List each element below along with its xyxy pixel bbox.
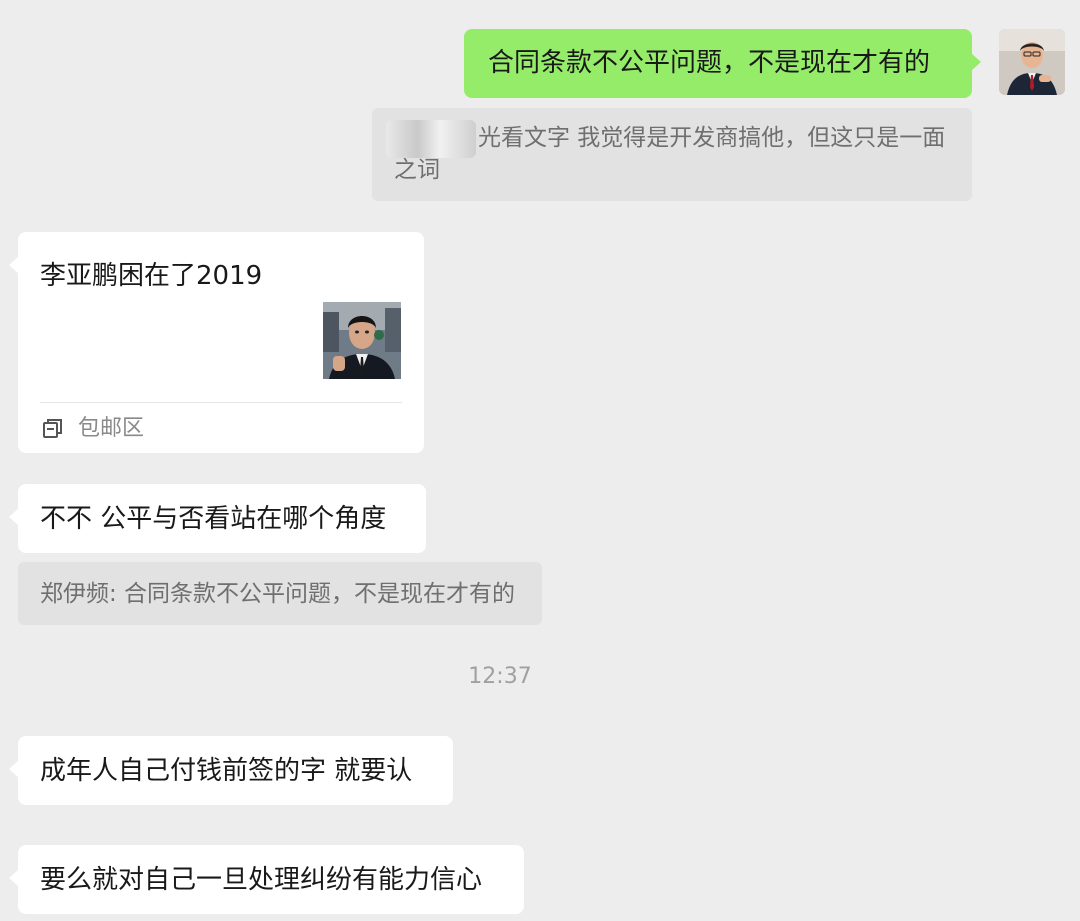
received-message-bubble[interactable]: 成年人自己付钱前签的字 就要认 bbox=[9, 736, 453, 805]
user-avatar[interactable] bbox=[999, 29, 1065, 95]
article-card[interactable]: 李亚鹏困在了2019 包邮区 bbox=[9, 232, 424, 453]
quoted-message-text: 郑伊频: 合同条款不公平问题，不是现在才有的 bbox=[40, 581, 516, 607]
sent-message-bubble[interactable]: 合同条款不公平问题，不是现在才有的 bbox=[464, 29, 981, 98]
quoted-message[interactable]: 郑伊频: 合同条款不公平问题，不是现在才有的 bbox=[18, 562, 542, 625]
sent-message-text: 合同条款不公平问题，不是现在才有的 bbox=[488, 48, 931, 78]
received-message-text: 不不 公平与否看站在哪个角度 bbox=[40, 504, 387, 534]
quoted-message[interactable]: 光看文字 我觉得是开发商搞他，但这只是一面之词 bbox=[372, 108, 972, 201]
article-title: 李亚鹏困在了2019 bbox=[40, 261, 263, 291]
avatar-image bbox=[999, 29, 1065, 95]
received-message-text: 成年人自己付钱前签的字 就要认 bbox=[40, 756, 413, 786]
quoted-message-text: 光看文字 我觉得是开发商搞他，但这只是一面之词 bbox=[394, 125, 946, 183]
quoted-sender-blurred bbox=[386, 120, 476, 158]
article-thumbnail bbox=[323, 302, 401, 379]
mini-program-icon bbox=[42, 418, 64, 440]
received-message-bubble[interactable]: 要么就对自己一旦处理纠纷有能力信心 bbox=[9, 845, 524, 914]
article-source: 包邮区 bbox=[78, 416, 145, 441]
card-divider bbox=[40, 402, 402, 403]
received-message-text: 要么就对自己一旦处理纠纷有能力信心 bbox=[40, 865, 483, 895]
timestamp: 12:37 bbox=[468, 664, 532, 689]
received-message-bubble[interactable]: 不不 公平与否看站在哪个角度 bbox=[9, 484, 426, 553]
